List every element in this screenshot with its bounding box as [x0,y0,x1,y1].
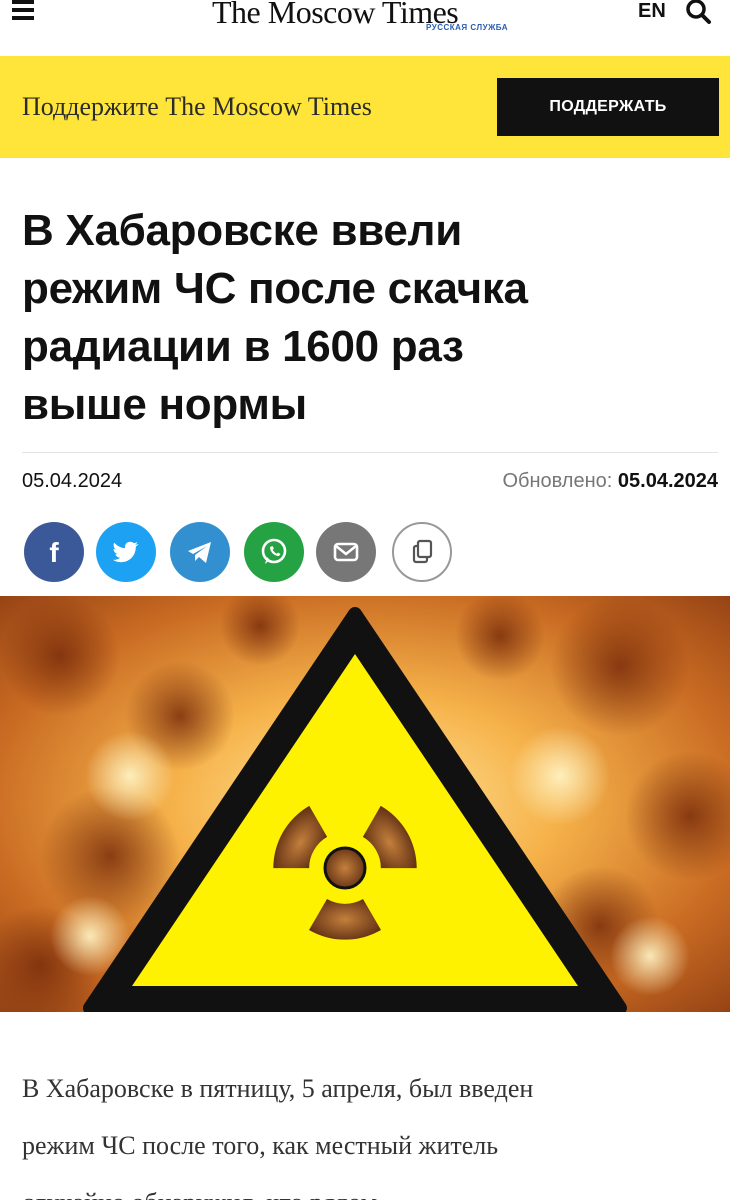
copy-icon [412,539,433,564]
body-line: В Хабаровске в пятницу, 5 апреля, был вв… [22,1074,534,1103]
support-text: Поддержите The Moscow Times [22,92,372,121]
top-bar: The Moscow Times РУССКАЯ СЛУЖБА EN [0,0,730,56]
telegram-icon [188,542,211,563]
search-icon[interactable] [686,0,712,26]
mail-icon [333,542,359,562]
support-banner: Поддержите The Moscow Times ПОДДЕРЖАТЬ [0,56,730,158]
logo-text: The Moscow Times [212,0,459,30]
hamburger-icon[interactable] [12,0,38,22]
support-button[interactable]: ПОДДЕРЖАТЬ [497,78,719,136]
headline-line: радиации в 1600 раз [22,322,464,371]
article-body: В Хабаровске в пятницу, 5 апреля, был вв… [22,1060,722,1200]
language-switch[interactable]: EN [638,0,666,23]
share-telegram-button[interactable] [170,522,230,582]
updated-label: Обновлено: [502,470,613,492]
logo-subtitle: РУССКАЯ СЛУЖБА [426,23,509,32]
share-facebook-button[interactable]: f [24,522,84,582]
site-logo[interactable]: The Moscow Times РУССКАЯ СЛУЖБА [212,0,532,40]
share-whatsapp-button[interactable] [244,522,304,582]
headline-line: В Хабаровске ввели [22,206,462,255]
radiation-hazard-icon [0,596,730,1012]
headline-line: режим ЧС после скачка [22,264,528,313]
article-hero-image [0,596,730,1012]
facebook-icon: f [49,537,59,568]
divider [22,452,718,453]
share-twitter-button[interactable] [96,522,156,582]
whatsapp-icon [261,538,287,564]
copy-link-button[interactable] [392,522,452,582]
article-headline: В Хабаровске ввели режим ЧС после скачка… [22,202,712,434]
twitter-icon [113,541,139,563]
updated-date: Обновлено: 05.04.2024 [502,470,718,493]
publish-date: 05.04.2024 [22,470,123,492]
body-line: случайно обнаружил, что рядом [22,1174,722,1200]
share-mail-button[interactable] [316,522,376,582]
headline-line: выше нормы [22,380,307,429]
svg-text:f: f [49,537,59,568]
updated-value: 05.04.2024 [617,470,718,492]
body-line: режим ЧС после того, как местный житель [22,1131,499,1160]
